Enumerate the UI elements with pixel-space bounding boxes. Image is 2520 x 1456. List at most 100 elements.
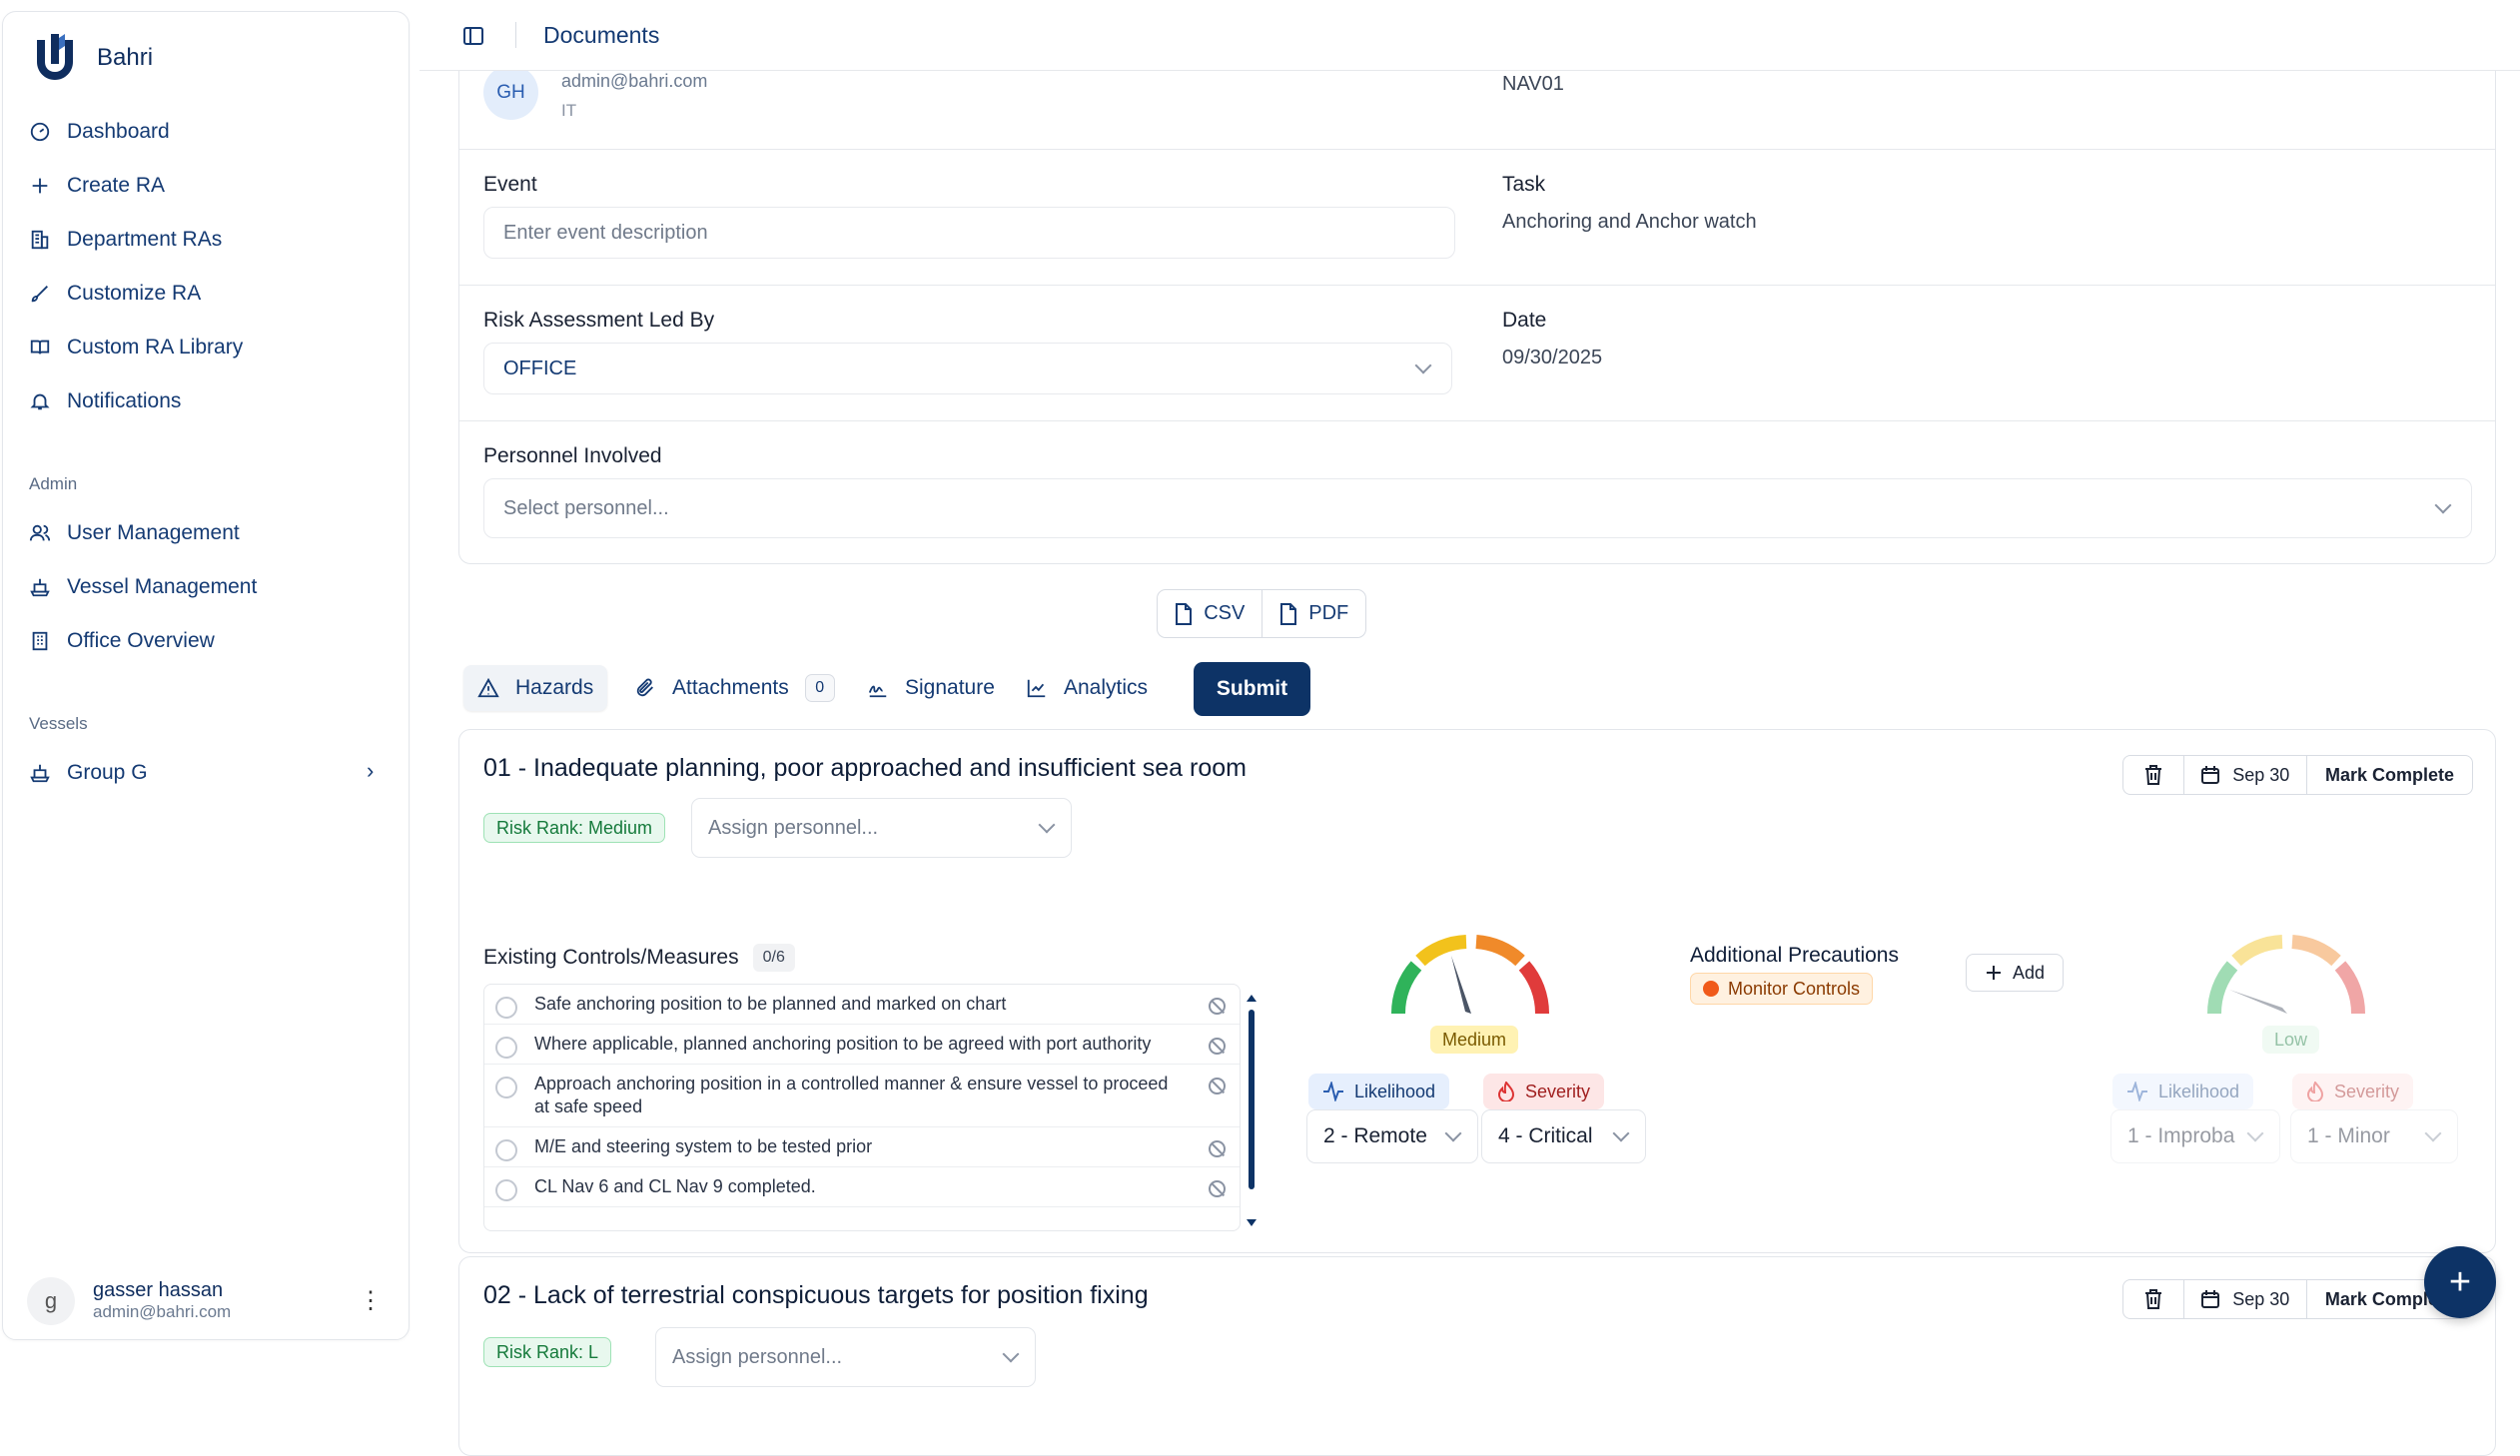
- additional-precautions-label: Additional Precautions: [1690, 944, 1899, 967]
- sidebar-item-customize-ra[interactable]: Customize RA: [29, 282, 201, 306]
- tab-label: Signature: [905, 676, 995, 699]
- tab-label: Analytics: [1064, 676, 1149, 699]
- radio-button[interactable]: [495, 1037, 517, 1059]
- file-pdf-icon: [1280, 602, 1297, 625]
- control-text: Where applicable, planned anchoring posi…: [534, 1034, 1152, 1054]
- severity-label: Severity: [2292, 1074, 2414, 1109]
- likelihood-label: Likelihood: [2112, 1074, 2254, 1109]
- chevron-right-icon[interactable]: ›: [367, 758, 374, 784]
- sidebar-item-create-ra[interactable]: Create RA: [29, 174, 165, 198]
- not-applicable-icon[interactable]: [1209, 1078, 1226, 1094]
- tab-label: Hazards: [515, 676, 594, 699]
- divider: [459, 149, 2495, 150]
- delete-button[interactable]: [2123, 756, 2183, 794]
- due-date-label: Sep 30: [2232, 764, 2290, 785]
- assign-personnel-placeholder: Assign personnel...: [708, 816, 879, 839]
- list-item[interactable]: Approach anchoring position in a control…: [484, 1065, 1240, 1127]
- export-group: CSV PDF: [1157, 589, 1366, 638]
- likelihood-text: Likelihood: [2158, 1081, 2240, 1101]
- sidebar-item-user-management[interactable]: User Management: [29, 521, 240, 545]
- risk-rank-badge: Risk Rank: Medium: [483, 813, 666, 843]
- brand-name: Bahri: [97, 44, 154, 71]
- user-card[interactable]: g gasser hassan admin@bahri.com ⋮: [27, 1272, 393, 1330]
- hazard-card: 02 - Lack of terrestrial conspicuous tar…: [458, 1256, 2496, 1456]
- assign-personnel-select[interactable]: Assign personnel...: [691, 798, 1072, 858]
- not-applicable-icon[interactable]: [1209, 1180, 1226, 1197]
- delete-button[interactable]: [2123, 1280, 2183, 1318]
- sidebar-item-label: Group G: [67, 761, 148, 784]
- radio-button[interactable]: [495, 1077, 517, 1098]
- sidebar-item-vessel-management[interactable]: Vessel Management: [29, 575, 257, 599]
- likelihood-label: Likelihood: [1308, 1074, 1450, 1109]
- event-input[interactable]: Enter event description: [483, 207, 1455, 259]
- sidebar-item-notifications[interactable]: Notifications: [29, 389, 181, 413]
- tab-label: Attachments: [672, 676, 789, 699]
- due-date-button[interactable]: Sep 30: [2182, 756, 2306, 794]
- sidebar-item-custom-ra-library[interactable]: Custom RA Library: [29, 336, 243, 360]
- severity-value: 1 - Minor: [2307, 1124, 2390, 1147]
- sidebar-item-department-ras[interactable]: Department RAs: [29, 228, 222, 252]
- personnel-select[interactable]: Select personnel...: [483, 478, 2472, 538]
- attachments-count-badge: 0: [804, 674, 835, 702]
- submit-button[interactable]: Submit: [1194, 662, 1310, 716]
- list-item[interactable]: CL Nav 6 and CL Nav 9 completed.: [484, 1167, 1240, 1207]
- list-item[interactable]: Where applicable, planned anchoring posi…: [484, 1025, 1240, 1065]
- mark-complete-button[interactable]: Mark Complete: [2305, 756, 2472, 794]
- add-precaution-button[interactable]: Add: [1966, 954, 2065, 992]
- likelihood-select[interactable]: 1 - Improba: [2110, 1109, 2280, 1163]
- ship-icon: [30, 578, 50, 597]
- led-by-select[interactable]: OFFICE: [483, 343, 1452, 394]
- sidebar-item-dashboard[interactable]: Dashboard: [29, 120, 170, 144]
- add-hazard-fab[interactable]: +: [2424, 1246, 2496, 1318]
- severity-label: Severity: [1483, 1074, 1605, 1109]
- not-applicable-icon[interactable]: [1209, 1038, 1226, 1055]
- severity-select[interactable]: 4 - Critical: [1481, 1109, 1646, 1163]
- likelihood-value: 1 - Improba: [2127, 1124, 2235, 1147]
- control-text: M/E and steering system to be tested pri…: [534, 1136, 873, 1156]
- radio-button[interactable]: [495, 1139, 517, 1161]
- radio-button[interactable]: [495, 1179, 517, 1201]
- due-date-button[interactable]: Sep 30: [2182, 1280, 2306, 1318]
- personnel-label: Personnel Involved: [483, 444, 662, 467]
- list-item[interactable]: M/E and steering system to be tested pri…: [484, 1127, 1240, 1167]
- tab-hazards[interactable]: Hazards: [463, 665, 608, 711]
- export-pdf-button[interactable]: PDF: [1260, 590, 1366, 637]
- chevron-down-icon: [1038, 816, 1056, 834]
- likelihood-select[interactable]: 2 - Remote: [1306, 1109, 1478, 1163]
- trash-icon: [2144, 765, 2161, 785]
- sidebar-item-label: Office Overview: [67, 629, 215, 652]
- radio-button[interactable]: [495, 997, 517, 1019]
- chevron-down-icon: [2424, 1124, 2442, 1142]
- risk-level-badge: Medium: [1430, 1026, 1519, 1054]
- severity-select[interactable]: 1 - Minor: [2290, 1109, 2458, 1163]
- due-date-label: Sep 30: [2232, 1288, 2290, 1309]
- plus-icon: [32, 178, 48, 194]
- not-applicable-icon[interactable]: [1209, 1140, 1226, 1157]
- assign-personnel-select[interactable]: Assign personnel...: [655, 1327, 1036, 1387]
- building-icon: [31, 230, 49, 250]
- tab-signature[interactable]: Signature: [853, 665, 1009, 711]
- not-applicable-icon[interactable]: [1209, 998, 1226, 1015]
- tab-analytics[interactable]: Analytics: [1012, 665, 1162, 711]
- personnel-placeholder: Select personnel...: [503, 496, 669, 519]
- sidebar-item-office-overview[interactable]: Office Overview: [29, 629, 215, 653]
- chevron-down-icon: [1612, 1124, 1630, 1142]
- brand[interactable]: Bahri: [35, 34, 153, 82]
- more-vertical-icon[interactable]: ⋮: [359, 1286, 383, 1315]
- severity-value: 4 - Critical: [1498, 1124, 1593, 1147]
- calendar-icon: [2201, 1290, 2220, 1308]
- sidebar-item-group-g[interactable]: Group G: [29, 761, 148, 785]
- chevron-down-icon: [2434, 496, 2452, 514]
- likelihood-text: Likelihood: [1354, 1081, 1436, 1101]
- user-name: gasser hassan: [93, 1279, 224, 1301]
- sidebar-item-label: Customize RA: [67, 282, 202, 305]
- sidebar-toggle-icon[interactable]: [461, 24, 485, 48]
- export-csv-label: CSV: [1204, 602, 1246, 624]
- list-item[interactable]: Safe anchoring position to be planned an…: [484, 985, 1240, 1025]
- add-label: Add: [2013, 962, 2046, 983]
- led-by-label: Risk Assessment Led By: [483, 309, 715, 332]
- scrollbar[interactable]: [1246, 992, 1258, 1231]
- controls-label: Existing Controls/Measures: [483, 946, 739, 969]
- export-csv-button[interactable]: CSV: [1158, 590, 1261, 637]
- tab-attachments[interactable]: Attachments 0: [620, 665, 849, 711]
